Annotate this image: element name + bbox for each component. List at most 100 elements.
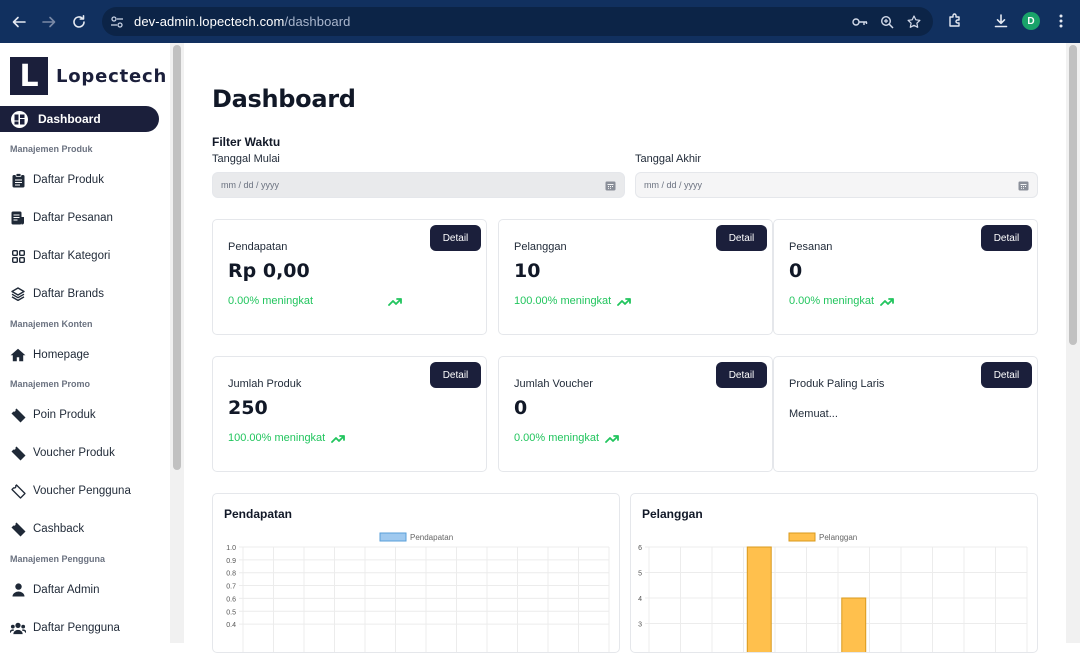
bar — [746, 546, 772, 652]
receipt-icon — [10, 210, 26, 226]
sidebar-item-label: Daftar Pesanan — [33, 212, 113, 224]
ticket-icon — [10, 407, 26, 423]
stat-value: 0 — [514, 397, 528, 419]
brand-name: Lopectech — [56, 65, 168, 87]
page-title: Dashboard — [212, 85, 356, 113]
y-tick-label: 0.5 — [226, 609, 236, 616]
zoom-icon[interactable] — [877, 12, 896, 31]
download-icon[interactable] — [989, 9, 1013, 33]
site-settings-icon[interactable] — [108, 13, 126, 31]
stat-trend-text: 100.00% meningkat — [514, 295, 612, 307]
page-scrollbar[interactable] — [1066, 43, 1080, 643]
back-icon[interactable] — [6, 9, 32, 35]
stat-value: 0 — [789, 260, 803, 282]
forward-icon[interactable] — [36, 9, 62, 35]
y-tick-label: 0.7 — [226, 584, 236, 591]
address-bar[interactable]: dev-admin.lopectech.com/dashboard — [102, 7, 933, 36]
reload-icon[interactable] — [66, 9, 92, 35]
ticket-icon — [10, 445, 26, 461]
stat-card-pelanggan: Detail Pelanggan 10 100.00% meningkat — [498, 219, 773, 335]
chart-card-pendapatan: Pendapatan Pendapatan 1.0 0.9 0.8 0.7 0.6 0.5 0… — [212, 493, 620, 653]
sidebar-item-cashback[interactable]: Cashback — [10, 521, 84, 537]
sidebar-item-daftar-pesanan[interactable]: Daftar Pesanan — [10, 210, 113, 226]
stat-label: Produk Paling Laris — [789, 378, 885, 390]
sidebar-item-label: Daftar Produk — [33, 174, 104, 186]
start-date-label: Tanggal Mulai — [212, 153, 280, 165]
y-tick-label: 0.8 — [226, 571, 236, 578]
stat-trend: 0.00% meningkat — [514, 432, 619, 444]
chart-card-pelanggan: Pelanggan Pelanggan 6 5 4 3 — [630, 493, 1038, 653]
calendar-icon[interactable] — [1018, 180, 1029, 193]
sidebar-item-daftar-produk[interactable]: Daftar Produk — [10, 172, 104, 188]
sidebar-item-label: Poin Produk — [33, 409, 96, 421]
ticket-outline-icon — [10, 483, 26, 499]
chart-pendapatan: Pendapatan 1.0 0.9 0.8 0.7 0.6 0.5 0.4 — [226, 532, 610, 652]
end-date-placeholder: mm / dd / yyyy — [644, 180, 703, 190]
detail-button[interactable]: Detail — [981, 225, 1032, 251]
url-host: dev-admin.lopectech.com — [134, 14, 285, 29]
trending-up-icon — [880, 297, 894, 306]
sidebar-item-daftar-pengguna[interactable]: Daftar Pengguna — [10, 620, 120, 636]
sidebar-item-homepage[interactable]: Homepage — [10, 347, 89, 363]
brand-logo[interactable]: L Lopectech — [10, 57, 167, 95]
sidebar-item-label: Cashback — [33, 523, 85, 535]
stat-trend-text: 0.00% meningkat — [514, 432, 599, 444]
detail-button[interactable]: Detail — [716, 362, 767, 388]
detail-button[interactable]: Detail — [981, 362, 1032, 388]
stat-card-jumlah-produk: Detail Jumlah Produk 250 100.00% meningk… — [212, 356, 487, 472]
sidebar-item-dashboard[interactable]: Dashboard — [0, 106, 159, 132]
stat-card-pendapatan: Detail Pendapatan Rp 0,00 0.00% meningka… — [212, 219, 487, 335]
sidebar-item-label: Daftar Admin — [33, 584, 100, 596]
bookmark-star-icon[interactable] — [904, 12, 923, 31]
stat-trend: 100.00% meningkat — [514, 295, 632, 307]
sidebar-item-poin-produk[interactable]: Poin Produk — [10, 407, 96, 423]
trending-up-icon — [388, 297, 402, 306]
start-date-placeholder: mm / dd / yyyy — [221, 180, 280, 190]
dashboard-icon — [11, 110, 28, 128]
stat-label: Pendapatan — [228, 241, 288, 253]
sidebar-item-daftar-admin[interactable]: Daftar Admin — [10, 582, 99, 598]
calendar-icon[interactable] — [605, 180, 616, 193]
sidebar-item-label: Voucher Pengguna — [33, 485, 131, 497]
stat-label: Pesanan — [789, 241, 833, 253]
password-key-icon[interactable] — [850, 12, 869, 31]
sidebar-section-title: Manajemen Produk — [10, 144, 93, 154]
sidebar-scrollbar-thumb[interactable] — [173, 45, 181, 470]
stat-trend-text: 0.00% meningkat — [789, 295, 874, 307]
stat-trend-text: 100.00% meningkat — [228, 432, 326, 444]
y-tick-label: 0.9 — [226, 558, 236, 565]
start-date-input[interactable]: mm / dd / yyyy — [212, 172, 625, 198]
user-icon — [10, 582, 26, 598]
filter-title: Filter Waktu — [212, 135, 281, 149]
home-icon — [10, 347, 26, 363]
trending-up-icon — [617, 297, 632, 306]
extensions-icon[interactable] — [943, 9, 967, 33]
stat-label: Jumlah Produk — [228, 378, 302, 390]
sidebar-item-daftar-brands[interactable]: Daftar Brands — [10, 286, 104, 302]
sidebar-item-daftar-kategori[interactable]: Daftar Kategori — [10, 248, 110, 264]
stat-label: Pelanggan — [514, 241, 567, 253]
legend-swatch — [379, 532, 407, 542]
detail-button[interactable]: Detail — [716, 225, 767, 251]
end-date-input[interactable]: mm / dd / yyyy — [635, 172, 1038, 198]
stat-value: Rp 0,00 — [228, 260, 310, 282]
sidebar-scrollbar[interactable] — [170, 43, 184, 643]
menu-icon[interactable] — [1049, 9, 1073, 33]
profile-avatar[interactable]: D — [1022, 12, 1040, 30]
sidebar-section-title: Manajemen Pengguna — [10, 554, 106, 564]
y-tick-label: 6 — [638, 545, 642, 552]
detail-button[interactable]: Detail — [430, 362, 481, 388]
stat-trend: 0.00% meningkat — [789, 295, 894, 307]
stat-trend-text: 0.00% meningkat — [228, 295, 313, 307]
y-tick-label: 1.0 — [226, 545, 236, 552]
detail-button[interactable]: Detail — [430, 225, 481, 251]
url-text[interactable]: dev-admin.lopectech.com/dashboard — [134, 14, 351, 29]
main-content: Dashboard Filter Waktu Tanggal Mulai Tan… — [184, 43, 1066, 653]
page-scrollbar-thumb[interactable] — [1069, 45, 1077, 345]
sidebar-item-voucher-pengguna[interactable]: Voucher Pengguna — [10, 483, 131, 499]
sidebar-item-label: Homepage — [33, 349, 90, 361]
stat-value: 250 — [228, 397, 268, 419]
sidebar-item-label: Voucher Produk — [33, 447, 115, 459]
y-tick-label: 4 — [638, 596, 642, 603]
sidebar-item-voucher-produk[interactable]: Voucher Produk — [10, 445, 115, 461]
